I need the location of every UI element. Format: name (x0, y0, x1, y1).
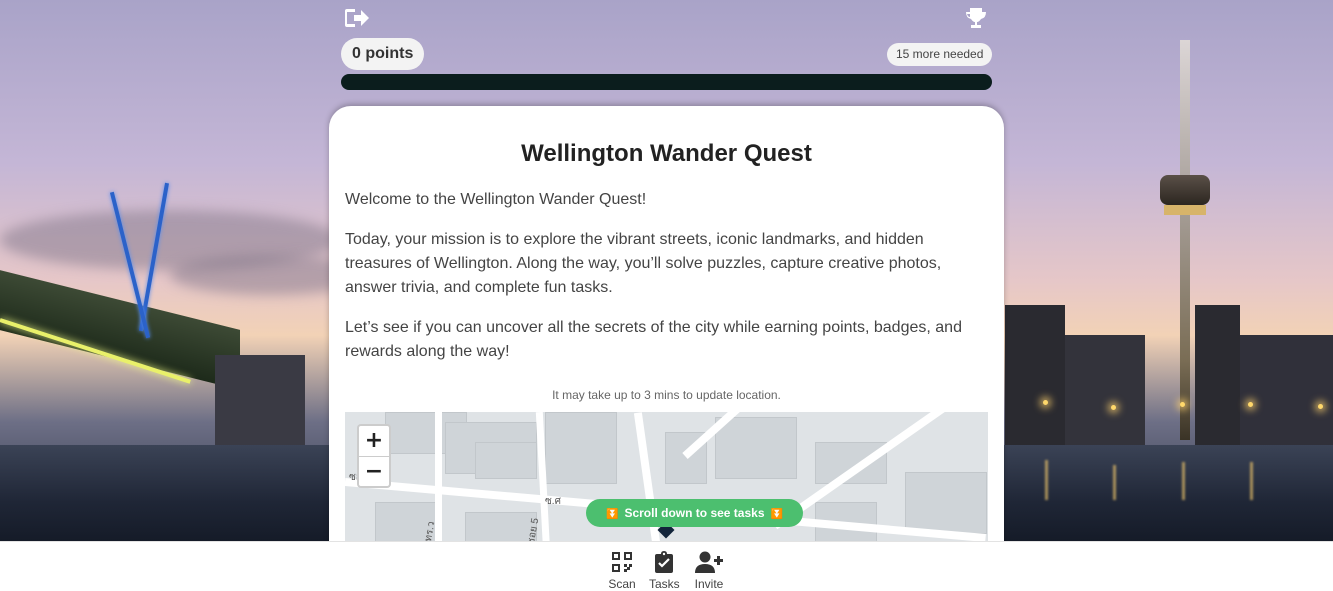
zoom-in-button[interactable]: + (359, 426, 389, 457)
qr-code-icon (612, 552, 632, 572)
quest-title: Wellington Wander Quest (521, 140, 812, 167)
quest-mission: Today, your mission is to explore the vi… (345, 231, 942, 296)
points-badge: 0 points (341, 38, 425, 70)
double-chevron-down-icon: ⏬ (770, 509, 783, 520)
user-plus-icon (695, 551, 723, 573)
map-zoom-control: + − (357, 424, 391, 488)
scroll-to-tasks-button[interactable]: ⏬ Scroll down to see tasks ⏬ (586, 499, 803, 527)
zoom-out-button[interactable]: − (359, 457, 389, 486)
quest-goal: Let’s see if you can uncover all the sec… (345, 319, 962, 360)
double-chevron-down-icon: ⏬ (606, 509, 619, 520)
quest-intro: Welcome to the Wellington Wander Quest! (345, 191, 647, 208)
location-hint: It may take up to 3 mins to update locat… (552, 388, 781, 402)
points-needed-badge: 15 more needed (887, 43, 993, 66)
quest-card: Wellington Wander Quest Welcome to the W… (329, 106, 1004, 566)
nav-item-scan[interactable]: Scan (607, 551, 637, 591)
sign-out-icon[interactable] (345, 7, 369, 29)
nav-label-tasks: Tasks (649, 577, 680, 591)
bottom-navigation: Scan Tasks Invite (0, 541, 1333, 591)
nav-label-invite: Invite (694, 577, 724, 591)
trophy-icon[interactable] (964, 6, 988, 30)
nav-label-scan: Scan (608, 577, 636, 591)
nav-item-invite[interactable]: Invite (692, 551, 726, 591)
scroll-to-tasks-label: Scroll down to see tasks (624, 506, 765, 520)
points-progress-bar (341, 74, 992, 90)
nav-item-tasks[interactable]: Tasks (649, 551, 680, 591)
clipboard-check-icon (655, 551, 673, 573)
street-label: ซ.ศ (545, 496, 561, 507)
